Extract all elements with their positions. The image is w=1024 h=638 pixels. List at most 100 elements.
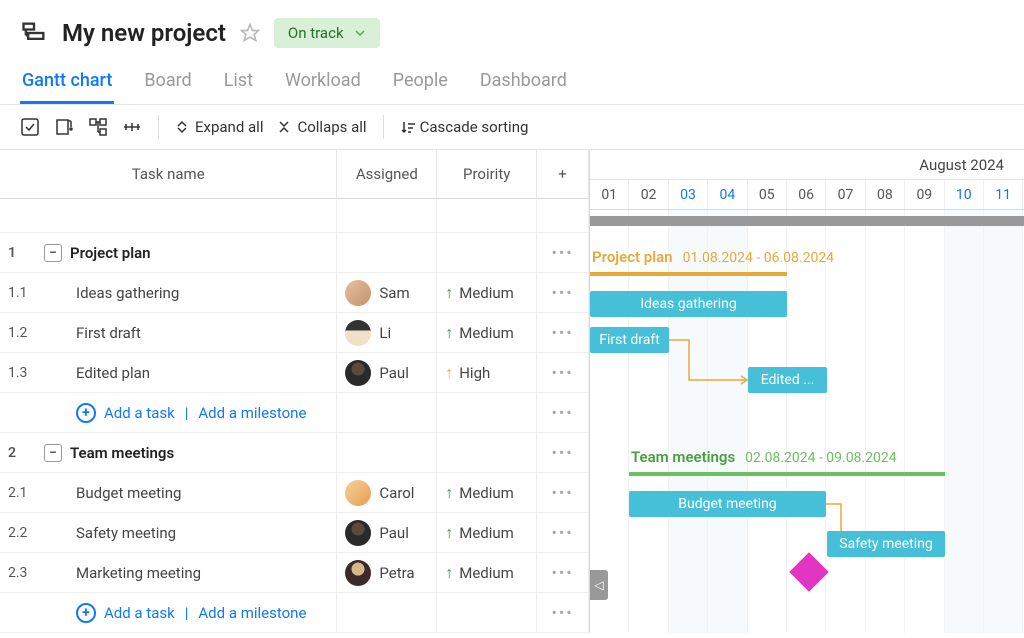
row-more-icon[interactable]: •••: [537, 593, 589, 632]
task-bar[interactable]: Safety meeting: [827, 531, 945, 557]
collapse-toggle-icon[interactable]: −: [44, 444, 62, 462]
task-name: Budget meeting: [76, 484, 181, 502]
gantt-timeline[interactable]: August 2024 0102030405060708091011 Proje…: [590, 150, 1024, 633]
overview-bar[interactable]: [590, 216, 1024, 226]
gantt-toolbar: Expand all Collaps all Cascade sorting: [0, 105, 1024, 150]
add-milestone-link[interactable]: Add a milestone: [198, 404, 306, 422]
day-cell[interactable]: 10: [945, 180, 984, 209]
collapse-grid-handle[interactable]: ◁: [590, 570, 608, 600]
tab-dashboard[interactable]: Dashboard: [478, 60, 569, 104]
expand-all-button[interactable]: Expand all: [175, 118, 263, 136]
add-task-link[interactable]: Add a task: [104, 604, 175, 622]
task-name: Ideas gathering: [76, 284, 179, 302]
timeline-icon[interactable]: [54, 117, 74, 137]
group-bar[interactable]: [629, 472, 945, 476]
timeline-body[interactable]: Project plan01.08.2024 - 06.08.2024 Idea…: [590, 210, 1024, 633]
expand-icon: [175, 120, 189, 134]
row-more-icon[interactable]: •••: [537, 473, 589, 512]
task-bar[interactable]: Edited ...: [748, 367, 827, 393]
day-cell[interactable]: 01: [590, 180, 629, 209]
tab-workload[interactable]: Workload: [283, 60, 363, 104]
column-headers: Task name Assigned Proirity +: [0, 150, 589, 199]
wbs-number: 1.2: [8, 325, 36, 341]
add-task-row: + Add a task | Add a milestone •••: [0, 593, 589, 633]
days-row: 0102030405060708091011: [590, 180, 1024, 209]
tab-board[interactable]: Board: [142, 60, 193, 104]
group-timeline-label: Team meetings02.08.2024 - 09.08.2024: [631, 448, 897, 466]
row-more-icon[interactable]: •••: [537, 353, 589, 392]
priority-up-icon: ↑: [445, 363, 453, 383]
tab-people[interactable]: People: [391, 60, 450, 104]
add-icon[interactable]: +: [76, 603, 96, 623]
task-grid: Task name Assigned Proirity + 1 − Projec…: [0, 150, 590, 633]
favorite-star-icon[interactable]: [240, 23, 260, 43]
task-bar[interactable]: First draft: [590, 327, 669, 353]
group-row[interactable]: 2 − Team meetings •••: [0, 433, 589, 473]
task-row[interactable]: 2.2Safety meeting Paul ↑Medium •••: [0, 513, 589, 553]
month-label: August 2024: [590, 150, 1024, 180]
row-more-icon[interactable]: •••: [537, 273, 589, 312]
view-tabs: Gantt chart Board List Workload People D…: [0, 60, 1024, 105]
ruler-icon[interactable]: [122, 117, 142, 137]
day-cell[interactable]: 07: [826, 180, 865, 209]
collapse-all-button[interactable]: Collaps all: [277, 118, 366, 136]
task-row[interactable]: 1.3Edited plan Paul ↑High •••: [0, 353, 589, 393]
day-cell[interactable]: 04: [708, 180, 747, 209]
day-cell[interactable]: 05: [748, 180, 787, 209]
row-more-icon[interactable]: •••: [537, 313, 589, 352]
assignee-name: Paul: [379, 364, 408, 382]
avatar: [345, 360, 371, 386]
task-row[interactable]: 1.1Ideas gathering Sam ↑Medium •••: [0, 273, 589, 313]
avatar: [345, 280, 371, 306]
wbs-number: 1.3: [8, 365, 36, 381]
day-cell[interactable]: 03: [669, 180, 708, 209]
group-row[interactable]: 1 − Project plan •••: [0, 233, 589, 273]
col-header-priority[interactable]: Proirity: [437, 150, 537, 199]
priority-label: Medium: [459, 284, 514, 302]
row-more-icon[interactable]: •••: [537, 433, 589, 472]
row-more-icon[interactable]: •••: [537, 233, 589, 272]
task-bar[interactable]: Ideas gathering: [590, 291, 787, 317]
task-row[interactable]: 2.3Marketing meeting Petra ↑Medium •••: [0, 553, 589, 593]
priority-up-icon: ↑: [445, 323, 453, 343]
group-bar[interactable]: [590, 272, 787, 276]
row-more-icon[interactable]: •••: [537, 553, 589, 592]
task-name: First draft: [76, 324, 141, 342]
status-select[interactable]: On track: [274, 18, 380, 48]
add-task-link[interactable]: Add a task: [104, 404, 175, 422]
row-more-icon[interactable]: •••: [537, 393, 589, 432]
group-name: Project plan: [70, 244, 151, 262]
add-column-button[interactable]: +: [537, 150, 589, 199]
day-cell[interactable]: 08: [866, 180, 905, 209]
add-milestone-link[interactable]: Add a milestone: [198, 604, 306, 622]
task-name: Edited plan: [76, 364, 150, 382]
project-icon: [20, 19, 48, 47]
wbs-number: 2.1: [8, 485, 36, 501]
task-row[interactable]: 1.2First draft Li ↑Medium •••: [0, 313, 589, 353]
day-cell[interactable]: 09: [905, 180, 944, 209]
priority-up-icon: ↑: [445, 523, 453, 543]
wbs-number: 2.2: [8, 525, 36, 541]
hierarchy-icon[interactable]: [88, 117, 108, 137]
tab-list[interactable]: List: [222, 60, 255, 104]
expand-all-label: Expand all: [195, 118, 263, 136]
collapse-toggle-icon[interactable]: −: [44, 244, 62, 262]
cascade-sorting-button[interactable]: Cascade sorting: [400, 118, 529, 136]
task-bar[interactable]: Budget meeting: [629, 491, 826, 517]
day-cell[interactable]: 06: [787, 180, 826, 209]
collapse-icon: [277, 120, 291, 134]
day-cell[interactable]: 11: [984, 180, 1023, 209]
add-icon[interactable]: +: [76, 403, 96, 423]
col-header-assigned[interactable]: Assigned: [337, 150, 437, 199]
day-cell[interactable]: 02: [629, 180, 668, 209]
wbs-number: 2: [8, 445, 36, 461]
row-more-icon[interactable]: •••: [537, 513, 589, 552]
task-row[interactable]: 2.1Budget meeting Carol ↑Medium •••: [0, 473, 589, 513]
project-title: My new project: [62, 19, 226, 47]
group-name: Team meetings: [70, 444, 174, 462]
group-timeline-label: Project plan01.08.2024 - 06.08.2024: [592, 248, 834, 266]
col-header-taskname[interactable]: Task name: [0, 150, 337, 199]
checkbox-icon[interactable]: [20, 117, 40, 137]
assignee-name: Petra: [379, 564, 414, 582]
tab-gantt[interactable]: Gantt chart: [20, 60, 114, 104]
